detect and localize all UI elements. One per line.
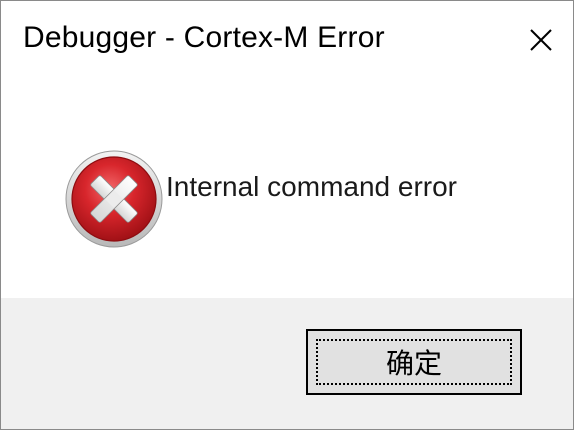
ok-button[interactable]: 确定 [306, 329, 522, 395]
close-button[interactable] [509, 1, 573, 79]
button-bar: 确定 [1, 298, 573, 429]
window-title: Debugger - Cortex-M Error [23, 21, 385, 54]
error-dialog: Debugger - Cortex-M Error Internal comma… [0, 0, 574, 430]
error-icon [65, 150, 163, 248]
dialog-content: Internal command error [1, 79, 573, 298]
ok-button-label: 确定 [385, 347, 442, 380]
title-bar: Debugger - Cortex-M Error [1, 1, 573, 79]
error-message: Internal command error [166, 171, 458, 202]
close-icon [530, 29, 552, 51]
